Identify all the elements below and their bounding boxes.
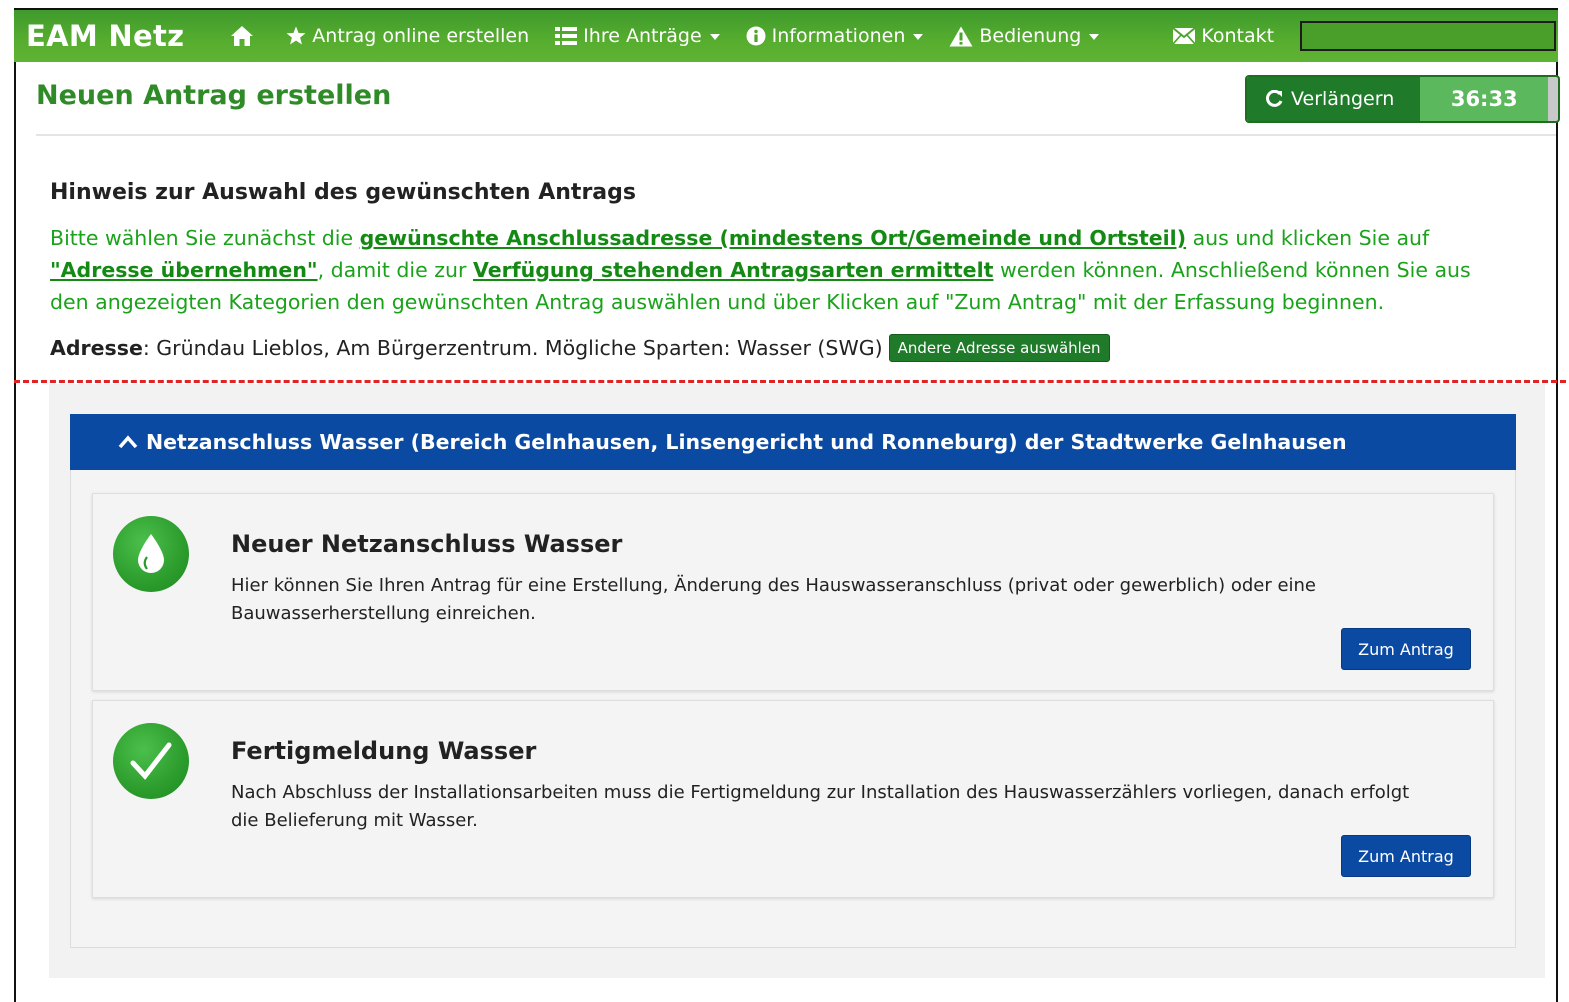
category-header[interactable]: Netzanschluss Wasser (Bereich Gelnhausen… (70, 414, 1516, 470)
top-navbar: EAM Netz Antrag online erstellen Ihre An… (14, 8, 1558, 62)
list-icon (555, 27, 578, 45)
nav-informationen-label: Informationen (771, 25, 906, 47)
water-drop-icon (113, 516, 189, 592)
home-icon (231, 26, 254, 46)
nav-kontakt-label: Kontakt (1201, 25, 1275, 47)
card-description: Nach Abschluss der Installationsarbeiten… (231, 782, 1410, 831)
title-divider (36, 134, 1556, 136)
checkmark-icon (113, 723, 189, 799)
caret-down-icon (913, 34, 924, 40)
session-countdown: 36:33 (1420, 77, 1549, 121)
application-card-completion: Fertigmeldung Wasser Nach Abschluss der … (92, 700, 1494, 898)
hint-text-part: aus und klicken Sie auf (1186, 226, 1430, 250)
address-label: Adresse (50, 336, 143, 360)
chevron-up-icon (118, 435, 138, 449)
nav-home[interactable] (230, 25, 260, 47)
nav-kontakt[interactable]: Kontakt (1173, 25, 1274, 47)
warning-icon (949, 26, 973, 46)
hint-text: Bitte wählen Sie zunächst die gewünschte… (50, 222, 1510, 318)
hint-text-part: Bitte wählen Sie zunächst die (50, 226, 360, 250)
hint-text-part: , damit die zur (317, 258, 473, 282)
nav-antrag-online[interactable]: Antrag online erstellen (286, 25, 529, 47)
selected-address: Adresse : Gründau Lieblos, Am Bürgerzent… (50, 334, 1110, 362)
card-title: Fertigmeldung Wasser (231, 737, 537, 765)
hint-link-adopt-address[interactable]: "Adresse übernehmen" (50, 258, 318, 282)
refresh-icon (1266, 90, 1283, 107)
nav-ihre-antraege-label: Ihre Anträge (583, 25, 702, 47)
hint-link-address[interactable]: gewünschte Anschlussadresse (mindestens … (360, 226, 1186, 250)
session-timer: Verlängern 36:33 (1245, 75, 1561, 123)
card-title: Neuer Netzanschluss Wasser (231, 530, 623, 558)
extend-session-button[interactable]: Verlängern (1247, 77, 1421, 121)
brand-logo[interactable]: EAM Netz (26, 19, 184, 53)
zum-antrag-button[interactable]: Zum Antrag (1341, 835, 1471, 877)
extend-session-label: Verlängern (1291, 88, 1395, 110)
hint-title: Hinweis zur Auswahl des gewünschten Antr… (50, 180, 636, 205)
envelope-icon (1173, 28, 1196, 44)
nav-bedienung-label: Bedienung (979, 25, 1082, 47)
nav-ihre-antraege[interactable]: Ihre Anträge (555, 25, 720, 47)
nav-bedienung[interactable]: Bedienung (949, 25, 1100, 47)
hint-link-types[interactable]: Verfügung stehenden Antragsarten ermitte… (473, 258, 993, 282)
page-title: Neuen Antrag erstellen (36, 80, 392, 111)
user-name-field[interactable] (1300, 21, 1556, 51)
timer-end (1548, 77, 1559, 121)
card-description: Hier können Sie Ihren Antrag für eine Er… (231, 575, 1317, 624)
address-value: : Gründau Lieblos, Am Bürgerzentrum. Mög… (142, 336, 883, 360)
dashed-divider (14, 380, 1566, 383)
zum-antrag-button[interactable]: Zum Antrag (1341, 628, 1471, 670)
category-title: Netzanschluss Wasser (Bereich Gelnhausen… (146, 430, 1347, 454)
caret-down-icon (1089, 34, 1100, 40)
info-icon (746, 26, 766, 46)
nav-informationen[interactable]: Informationen (746, 25, 924, 47)
change-address-button[interactable]: Andere Adresse auswählen (888, 334, 1110, 362)
caret-down-icon (709, 34, 720, 40)
application-card-new-connection: Neuer Netzanschluss Wasser Hier können S… (92, 493, 1494, 691)
star-icon (286, 26, 306, 45)
nav-antrag-online-label: Antrag online erstellen (312, 25, 530, 47)
